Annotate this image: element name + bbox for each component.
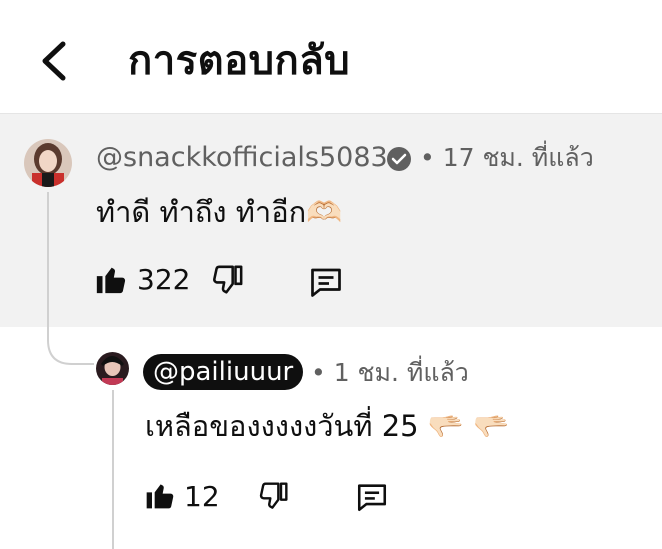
heart-hands-emoji: 🫶🏻 [306, 195, 343, 229]
comment-timestamp: • 17 ชม. ที่แล้ว [420, 143, 594, 172]
thumbs-up-icon[interactable] [94, 262, 128, 296]
back-button[interactable] [30, 36, 80, 86]
comment-author[interactable]: @snackkofficials5083 [96, 141, 388, 175]
like-count: 322 [137, 263, 191, 296]
comment-icon[interactable] [308, 264, 344, 300]
chevron-left-icon [42, 41, 66, 81]
avatar[interactable] [96, 352, 129, 385]
verified-badge-icon [387, 147, 411, 171]
like-count: 12 [184, 480, 220, 513]
thumbs-down-icon[interactable] [210, 264, 244, 298]
app-header: การตอบกลับ [0, 0, 662, 114]
avatar[interactable] [24, 139, 72, 187]
thread-line [47, 192, 49, 332]
comment-icon[interactable] [355, 480, 389, 514]
page-title: การตอบกลับ [128, 38, 351, 84]
thread-line [112, 390, 114, 549]
thumbs-down-icon[interactable] [257, 481, 289, 513]
thumbs-up-icon[interactable] [144, 479, 176, 511]
reply-author-mention[interactable]: @pailiuuur [143, 354, 304, 390]
reply-text: เหลือของงงงงวันที่ 25 🫳🏻 🫳🏻 [145, 409, 510, 443]
comment-text: ทำดี ทำถึง ทำอีก🫶🏻 [96, 195, 343, 229]
reply-timestamp: • 1 ชม. ที่แล้ว [311, 358, 469, 387]
thread-connector [47, 320, 94, 365]
pointing-hand-emoji: 🫳🏻 🫳🏻 [427, 409, 510, 443]
